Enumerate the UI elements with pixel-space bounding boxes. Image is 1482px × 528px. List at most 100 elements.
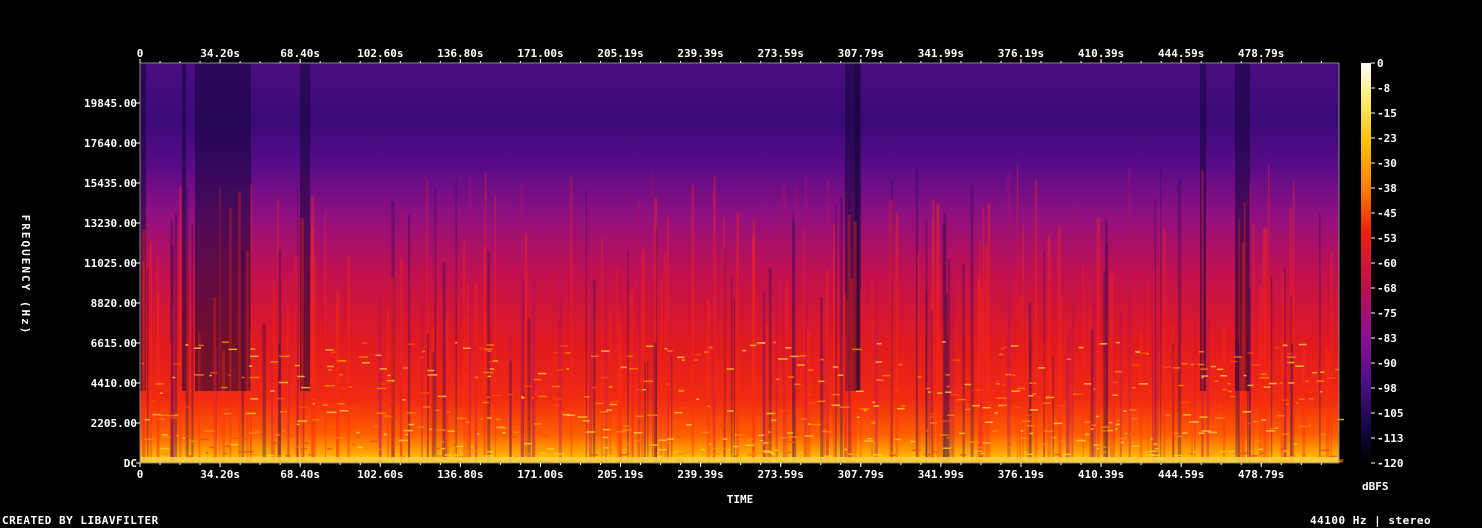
x-axis-label: TIME [727,493,754,506]
spectrogram-harmonic [919,430,929,432]
spectrogram-harmonic [1201,376,1204,379]
spectrogram-streak [792,220,796,463]
spectrogram-streak [723,217,726,463]
spectrogram-harmonic [383,433,388,436]
spectrogram-streak [400,259,403,463]
spectrogram-harmonic [643,380,654,382]
spectrogram-harmonic [198,344,204,347]
spectrogram-harmonic [458,455,467,457]
spectrogram-harmonic [427,369,435,372]
spectrogram-harmonic [794,383,801,386]
spectrogram-harmonic [609,403,617,406]
spectrogram-harmonic [757,434,765,437]
spectrogram-streak [1330,251,1333,463]
spectrogram-harmonic [864,440,874,442]
spectrogram-harmonic [1277,414,1285,417]
spectrogram-harmonic [881,445,890,447]
spectrogram-harmonic [422,406,431,408]
spectrogram-harmonic [747,453,752,455]
spectrogram-harmonic [586,424,591,427]
spectrogram-harmonic [1029,382,1033,384]
spectrogram-harmonic [875,361,882,363]
spectrogram-streak [835,204,837,464]
spectrogram-harmonic [1230,395,1235,398]
spectrogram-harmonic [331,351,336,354]
spectrogram-streak [1248,288,1251,463]
spectrogram-harmonic [807,423,811,425]
spectrogram-harmonic [527,452,533,455]
spectrogram-streak [618,321,622,463]
spectrogram-harmonic [831,393,840,396]
spectrogram-harmonic [1028,394,1034,397]
spectrogram-harmonic [250,398,259,400]
spectrogram-streak [915,169,918,463]
spectrogram-streak [651,171,654,464]
spectrogram-harmonic [160,447,170,450]
spectrogram-harmonic [566,414,576,417]
spectrogram-harmonic [1014,406,1022,409]
spectrogram-harmonic [785,347,792,349]
x-tick-label-bottom: 136.80s [437,468,483,481]
spectrogram-harmonic [209,446,214,449]
spectrogram-harmonic [763,442,769,444]
spectrogram-harmonic [433,447,441,450]
spectrogram-harmonic [746,440,752,442]
spectrogram-streak [1153,268,1155,463]
spectrogram-harmonic [1305,380,1309,383]
spectrogram-streak [1071,207,1074,463]
spectrogram-harmonic [933,451,937,453]
spectrogram-harmonic [1182,432,1188,434]
spectrogram-harmonic [189,440,199,443]
spectrogram-harmonic [964,408,971,411]
spectrogram-harmonic [480,418,484,420]
spectrogram-harmonic [1186,452,1189,454]
x-tick-label-top: 205.19s [597,47,643,60]
spectrogram-harmonic [1175,412,1179,415]
spectrogram-harmonic [1320,371,1325,373]
spectrogram-harmonic [706,452,713,455]
y-tick-label: 6615.00 [91,337,137,350]
spectrogram-streak [1089,307,1091,463]
spectrogram-harmonic [547,411,550,413]
spectrogram-harmonic [901,405,906,407]
colorbar-tick-label: -83 [1377,332,1397,345]
spectrogram-harmonic [408,423,415,426]
spectrogram-harmonic [1260,419,1267,421]
spectrogram-harmonic [1131,364,1140,366]
spectrogram-harmonic [222,452,228,455]
spectrogram-harmonic [1102,430,1106,432]
spectrogram-harmonic [487,375,492,378]
spectrogram-harmonic [455,342,458,344]
spectrogram-streak [1007,172,1011,463]
spectrogram-harmonic [250,355,259,358]
spectrogram-harmonic [823,429,826,431]
spectrogram-harmonic [437,395,447,398]
spectrogram-harmonic [1285,403,1289,406]
spectrogram-streak [1194,227,1196,463]
spectrogram-harmonic [953,359,961,361]
spectrogram-streak [660,281,663,463]
spectrogram-harmonic [964,383,972,386]
spectrogram-harmonic [1298,343,1307,346]
spectrogram-harmonic [1279,382,1283,384]
spectrogram-streak [445,312,449,463]
spectrogram-harmonic [1199,416,1208,418]
spectrogram-harmonic [1029,432,1034,435]
spectrogram-harmonic [686,424,692,426]
spectrogram-harmonic [930,433,934,435]
spectrogram-harmonic [312,403,316,405]
spectrogram-harmonic [1261,373,1267,375]
spectrogram-harmonic [667,350,673,352]
spectrogram-streak [609,312,612,463]
y-tick-label: 15435.00 [84,177,137,190]
spectrogram-harmonic [873,405,880,407]
spectrogram-harmonic [205,452,209,454]
spectrogram-harmonic [657,448,667,451]
spectrogram-harmonic [1151,454,1160,457]
spectrogram-harmonic [533,378,541,381]
spectrogram-streak [706,297,711,463]
spectrogram-harmonic [390,399,393,401]
spectrogram-streak [871,277,873,463]
spectrogram-harmonic [1154,443,1157,445]
spectrogram-harmonic [490,409,495,412]
